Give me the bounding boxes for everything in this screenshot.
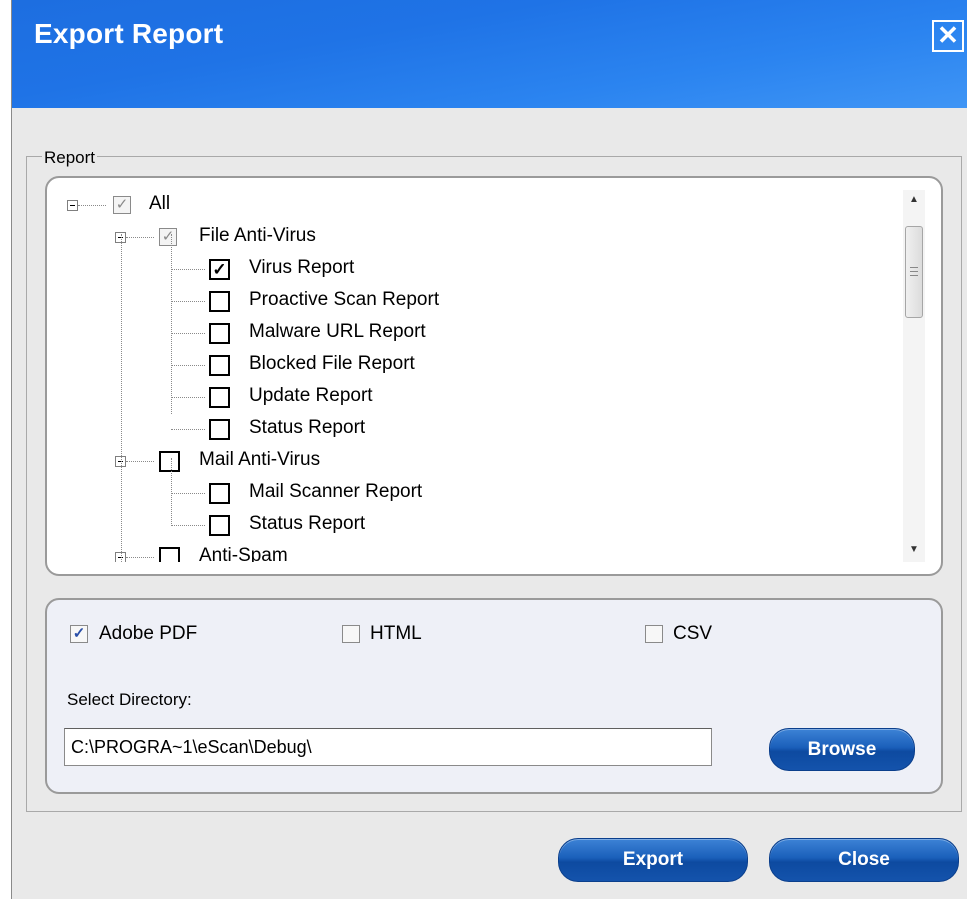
export-report-dialog: Export Report ✕ Report ✓ All ✓ File Anti-Vi…	[11, 0, 967, 899]
tree-item-label: Update Report	[249, 385, 373, 406]
export-button[interactable]: Export	[558, 838, 748, 882]
grip-line	[910, 275, 918, 276]
tree-item-label: File Anti-Virus	[199, 225, 316, 246]
tree-connector	[171, 429, 205, 430]
select-directory-label: Select Directory:	[67, 690, 192, 709]
csv-label: CSV	[673, 623, 713, 644]
grip-line	[910, 271, 918, 272]
tree-connector	[126, 461, 154, 462]
tree-checkbox[interactable]: ✓	[113, 196, 131, 214]
tree-item-label: Malware URL Report	[249, 321, 426, 342]
grip-line	[910, 267, 918, 268]
collapse-icon[interactable]	[67, 200, 78, 211]
tree-checkbox[interactable]	[209, 515, 230, 536]
report-tree-panel: ✓ All ✓ File Anti-Virus ✓ Virus Report Proacti…	[45, 176, 943, 576]
tree-checkbox[interactable]	[209, 355, 230, 376]
scroll-up-icon[interactable]: ▲	[903, 190, 925, 210]
tree-connector	[171, 301, 205, 302]
dialog-title: Export Report	[34, 18, 224, 49]
tree-connector	[78, 205, 106, 206]
report-tree: ✓ All ✓ File Anti-Virus ✓ Virus Report Proacti…	[61, 190, 903, 562]
pdf-label: Adobe PDF	[99, 623, 198, 644]
tree-connector	[171, 365, 205, 366]
tree-checkbox[interactable]: ✓	[159, 228, 177, 246]
tree-connector	[121, 234, 122, 562]
close-icon[interactable]: ✕	[932, 20, 964, 52]
tree-item-label: Proactive Scan Report	[249, 289, 440, 310]
tree-item-label: Status Report	[249, 417, 366, 438]
tree-checkbox[interactable]	[209, 419, 230, 440]
close-button[interactable]: Close	[769, 838, 959, 882]
browse-button[interactable]: Browse	[769, 728, 915, 771]
tree-checkbox[interactable]	[209, 323, 230, 344]
tree-item-label: Virus Report	[249, 257, 355, 278]
scroll-down-icon[interactable]: ▼	[903, 540, 925, 560]
tree-item-label: All	[149, 193, 171, 214]
tree-checkbox[interactable]	[209, 291, 230, 312]
tree-vertical-scrollbar[interactable]: ▲ ▼	[903, 190, 925, 562]
tree-connector	[171, 397, 205, 398]
tree-item-label: Mail Anti-Virus	[199, 449, 321, 470]
html-checkbox[interactable]	[342, 625, 360, 643]
tree-checkbox[interactable]: ✓	[209, 259, 230, 280]
tree-connector	[126, 237, 154, 238]
tree-connector	[171, 493, 205, 494]
tree-checkbox[interactable]	[159, 547, 180, 562]
tree-item-label: Mail Scanner Report	[249, 481, 423, 502]
tree-checkbox[interactable]	[209, 387, 230, 408]
tree-checkbox[interactable]	[159, 451, 180, 472]
html-label: HTML	[370, 623, 422, 644]
csv-checkbox[interactable]	[645, 625, 663, 643]
tree-connector	[126, 557, 154, 558]
scrollbar-thumb[interactable]	[905, 226, 923, 318]
tree-item-label: Blocked File Report	[249, 353, 415, 374]
tree-connector	[171, 333, 205, 334]
tree-item-label: Status Report	[249, 513, 366, 534]
report-group-legend: Report	[42, 148, 98, 168]
tree-connector	[171, 458, 172, 524]
directory-input[interactable]	[64, 728, 712, 766]
tree-connector	[171, 234, 172, 414]
title-bar: Export Report ✕	[12, 0, 967, 108]
tree-item-label: Anti-Spam	[199, 545, 288, 562]
tree-checkbox[interactable]	[209, 483, 230, 504]
tree-connector	[171, 525, 205, 526]
tree-connector	[171, 269, 205, 270]
pdf-checkbox[interactable]: ✓	[70, 625, 88, 643]
